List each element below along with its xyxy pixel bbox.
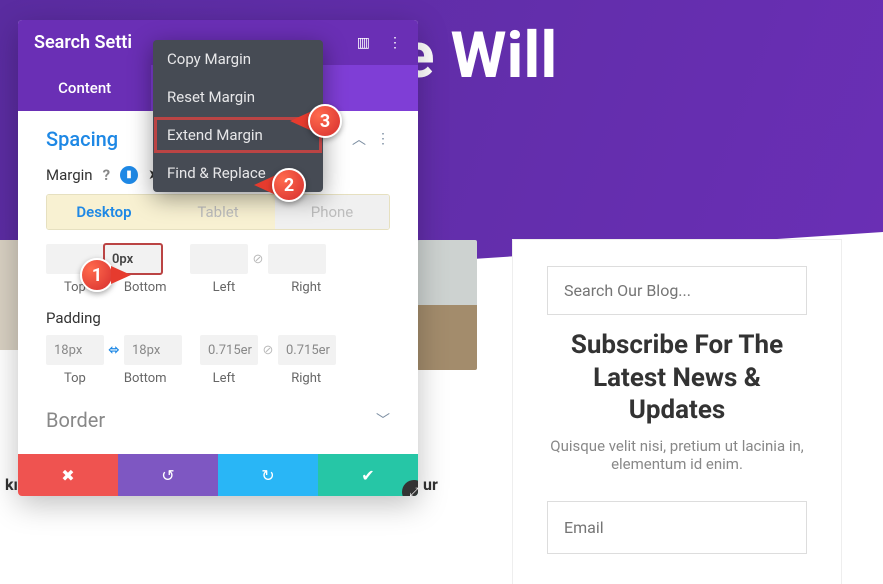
padding-top-input[interactable]: 18px — [46, 335, 104, 365]
margin-right-input[interactable] — [268, 244, 326, 274]
tab-content[interactable]: Content — [18, 65, 151, 111]
side-label: Top — [64, 371, 86, 386]
responsive-icon[interactable]: ▮ — [120, 166, 138, 184]
subscribe-card: Subscribe For The Latest News & Updates … — [513, 240, 841, 584]
side-label: Right — [291, 280, 321, 295]
action-bar: ✖ ↺ ↻ ✔ ⤢ — [18, 454, 418, 496]
undo-button[interactable]: ↺ — [118, 454, 218, 496]
email-field[interactable] — [547, 501, 807, 554]
section-more-icon[interactable]: ⋮ — [376, 131, 390, 147]
device-switcher: Desktop Tablet Phone — [46, 194, 390, 230]
thumbnail-caption: kı — [5, 475, 18, 494]
menu-copy-margin[interactable]: Copy Margin — [153, 40, 323, 78]
callout-1: 1 — [80, 258, 131, 292]
callout-bubble: 2 — [272, 168, 306, 202]
side-label: Left — [213, 371, 236, 386]
thumbnail-image — [0, 240, 20, 350]
padding-bottom-input[interactable]: 18px — [124, 335, 182, 365]
section-title-spacing[interactable]: Spacing — [46, 127, 118, 151]
subscribe-heading: Subscribe For The Latest News & Updates — [547, 329, 807, 427]
callout-3: 3 — [290, 104, 342, 138]
side-label: Left — [213, 280, 236, 295]
link-vertical-icon[interactable]: ⬄ — [104, 343, 124, 358]
page-hero-title: e Will — [400, 18, 557, 93]
thumbnail-image — [417, 240, 477, 370]
device-desktop[interactable]: Desktop — [47, 195, 161, 229]
margin-left-input[interactable] — [190, 244, 248, 274]
chevron-up-icon[interactable]: ︿ — [352, 129, 366, 149]
padding-label: Padding — [46, 309, 390, 327]
columns-icon[interactable]: ▥ — [357, 35, 370, 51]
chevron-down-icon: ﹀ — [376, 410, 390, 430]
more-icon[interactable]: ⋮ — [388, 35, 402, 51]
side-label: Right — [291, 371, 321, 386]
redo-button[interactable]: ↻ — [218, 454, 318, 496]
link-horizontal-icon[interactable]: ⊘ — [248, 252, 268, 267]
thumbnail-caption: ur — [423, 475, 438, 494]
subscribe-description: Quisque velit nisi, pretium ut lacinia i… — [547, 437, 807, 473]
link-horizontal-icon[interactable]: ⊘ — [258, 343, 278, 358]
side-label: Bottom — [124, 371, 167, 386]
margin-label: Margin — [46, 166, 93, 184]
link-vertical-icon[interactable] — [166, 244, 186, 274]
callout-bubble: 3 — [308, 104, 342, 138]
delete-button[interactable]: ✖ — [18, 454, 118, 496]
padding-left-input[interactable]: 0.715er — [200, 335, 258, 365]
section-border[interactable]: Border ﹀ — [18, 390, 418, 454]
callout-bubble: 1 — [80, 258, 114, 292]
blog-search-input[interactable] — [547, 266, 807, 315]
padding-right-input[interactable]: 0.715er — [278, 335, 336, 365]
panel-title: Search Setti — [34, 32, 132, 53]
help-icon[interactable]: ? — [103, 166, 110, 184]
section-title-border: Border — [46, 408, 105, 432]
callout-2: 2 — [254, 168, 306, 202]
